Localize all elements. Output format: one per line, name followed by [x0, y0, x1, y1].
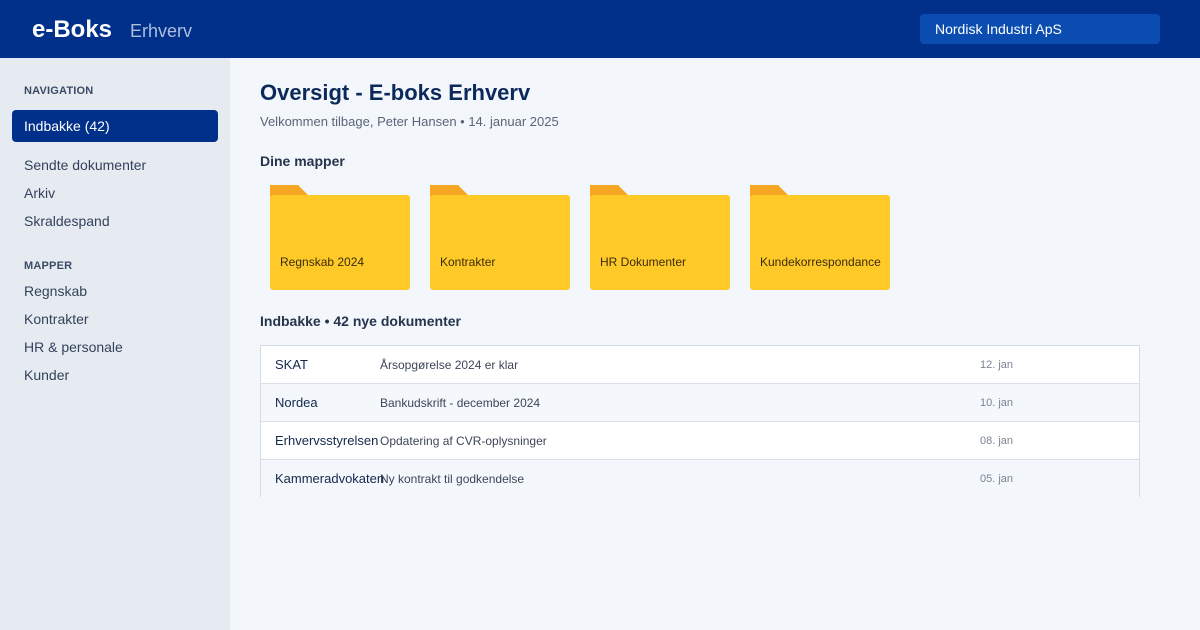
folder-card-kunder[interactable]: Kundekorrespondance	[750, 185, 890, 290]
sidebar-folder-kunder[interactable]: Kunder	[24, 367, 69, 383]
row-subject: Årsopgørelse 2024 er klar	[380, 358, 519, 372]
row-sender: SKAT	[275, 357, 308, 372]
table-row[interactable]: Kammeradvokaten Ny kontrakt til godkende…	[261, 460, 1139, 498]
welcome-subtitle: Velkommen tilbage, Peter Hansen • 14. ja…	[260, 114, 559, 129]
row-date: 12. jan	[980, 359, 1014, 371]
folders-section-title: Dine mapper	[260, 153, 345, 169]
sidebar-item-trash[interactable]: Skraldespand	[24, 213, 110, 229]
sidebar-folder-hr[interactable]: HR & personale	[24, 339, 123, 355]
main-content: Oversigt - E-boks Erhverv Velkommen tilb…	[230, 58, 1200, 630]
row-sender: Nordea	[275, 395, 318, 410]
inbox-section-title: Indbakke • 42 nye dokumenter	[260, 313, 461, 329]
row-date: 10. jan	[980, 397, 1014, 409]
sidebar-heading-navigation: NAVIGATION	[24, 85, 94, 97]
company-selector[interactable]: Nordisk Industri ApS	[920, 14, 1160, 44]
table-row[interactable]: SKAT Årsopgørelse 2024 er klar 12. jan	[261, 346, 1139, 384]
sidebar-item-inbox[interactable]: Indbakke (42)	[12, 110, 218, 142]
row-subject: Ny kontrakt til godkendelse	[380, 472, 525, 486]
sidebar-item-archive[interactable]: Arkiv	[24, 185, 55, 201]
row-sender: Kammeradvokaten	[275, 471, 385, 486]
table-row[interactable]: Nordea Bankudskrift - december 2024 10. …	[261, 384, 1139, 422]
folder-card-kontrakter[interactable]: Kontrakter	[430, 185, 570, 290]
folder-label: HR Dokumenter	[600, 255, 687, 269]
sidebar-item-sent[interactable]: Sendte dokumenter	[24, 157, 146, 173]
table-row[interactable]: Erhvervsstyrelsen Opdatering af CVR-oply…	[261, 422, 1139, 460]
folder-icon-body	[590, 195, 730, 290]
sidebar-folder-regnskab[interactable]: Regnskab	[24, 283, 87, 299]
row-sender: Erhvervsstyrelsen	[275, 433, 379, 448]
folder-card-hr[interactable]: HR Dokumenter	[590, 185, 730, 290]
folder-label: Regnskab 2024	[280, 255, 365, 269]
top-bar: e-Boks Erhverv Nordisk Industri ApS	[0, 0, 1200, 58]
folder-label: Kontrakter	[440, 255, 496, 269]
sidebar: NAVIGATION Indbakke (42) Sendte dokument…	[0, 58, 230, 630]
folder-icon-body	[750, 195, 890, 290]
folder-card-regnskab[interactable]: Regnskab 2024	[270, 185, 410, 290]
row-subject: Opdatering af CVR-oplysninger	[380, 434, 547, 448]
row-subject: Bankudskrift - december 2024	[380, 396, 541, 410]
inbox-table: SKAT Årsopgørelse 2024 er klar 12. jan N…	[260, 345, 1140, 498]
brand-logo[interactable]: e-Boks	[32, 16, 112, 44]
folder-icon-body	[430, 195, 570, 290]
folder-label: Kundekorrespondance	[760, 255, 881, 269]
row-date: 08. jan	[980, 435, 1014, 447]
folder-icon-body	[270, 195, 410, 290]
row-date: 05. jan	[980, 473, 1014, 485]
sidebar-folder-kontrakter[interactable]: Kontrakter	[24, 311, 89, 327]
sidebar-heading-folders: MAPPER	[24, 260, 73, 272]
brand-subtitle: Erhverv	[130, 21, 193, 41]
page-title: Oversigt - E-boks Erhverv	[260, 80, 531, 105]
